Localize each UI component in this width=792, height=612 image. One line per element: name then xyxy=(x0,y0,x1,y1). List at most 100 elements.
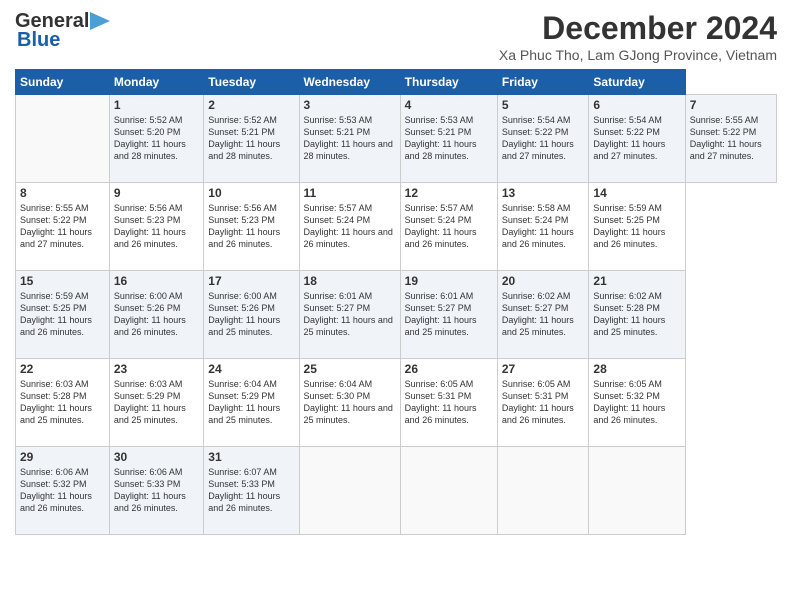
calendar-week-row: 8 Sunrise: 5:55 AMSunset: 5:22 PMDaylight… xyxy=(16,183,777,271)
calendar-day-header: Friday xyxy=(497,70,589,95)
calendar-cell: 22 Sunrise: 6:03 AMSunset: 5:28 PMDayligh… xyxy=(16,359,110,447)
calendar-cell: 7 Sunrise: 5:55 AMSunset: 5:22 PMDaylight… xyxy=(685,95,776,183)
calendar-cell: 3 Sunrise: 5:53 AMSunset: 5:21 PMDaylight… xyxy=(299,95,400,183)
day-info: Sunrise: 6:02 AMSunset: 5:27 PMDaylight:… xyxy=(502,290,585,339)
calendar-cell: 17Sunrise: 6:00 AMSunset: 5:26 PMDayligh… xyxy=(204,271,299,359)
day-info: Sunrise: 6:01 AMSunset: 5:27 PMDaylight:… xyxy=(304,290,396,339)
day-info: Sunrise: 5:54 AMSunset: 5:22 PMDaylight:… xyxy=(593,114,680,163)
main-title: December 2024 xyxy=(499,10,777,47)
day-number: 14 xyxy=(593,186,680,200)
day-info: Sunrise: 6:05 AMSunset: 5:32 PMDaylight:… xyxy=(593,378,680,427)
calendar-week-row: 1Sunrise: 5:52 AMSunset: 5:20 PMDaylight… xyxy=(16,95,777,183)
page: General Blue December 2024 Xa Phuc Tho, … xyxy=(0,0,792,612)
calendar-cell: 11 Sunrise: 5:57 AMSunset: 5:24 PMDayligh… xyxy=(299,183,400,271)
day-number: 31 xyxy=(208,450,294,464)
day-number: 6 xyxy=(593,98,680,112)
day-number: 25 xyxy=(304,362,396,376)
day-number: 20 xyxy=(502,274,585,288)
day-info: Sunrise: 5:57 AMSunset: 5:24 PMDaylight:… xyxy=(304,202,396,251)
day-number: 22 xyxy=(20,362,105,376)
day-info: Sunrise: 6:06 AMSunset: 5:32 PMDaylight:… xyxy=(20,466,105,515)
calendar-cell xyxy=(497,447,589,535)
day-number: 8 xyxy=(20,186,105,200)
calendar-cell: 30 Sunrise: 6:06 AMSunset: 5:33 PMDayligh… xyxy=(109,447,203,535)
day-info: Sunrise: 5:52 AMSunset: 5:21 PMDaylight:… xyxy=(208,114,294,163)
calendar-day-header: Saturday xyxy=(589,70,685,95)
calendar-cell: 2 Sunrise: 5:52 AMSunset: 5:21 PMDaylight… xyxy=(204,95,299,183)
day-number: 27 xyxy=(502,362,585,376)
day-number: 24 xyxy=(208,362,294,376)
calendar-cell: 8 Sunrise: 5:55 AMSunset: 5:22 PMDaylight… xyxy=(16,183,110,271)
calendar-cell xyxy=(16,95,110,183)
day-number: 11 xyxy=(304,186,396,200)
day-info: Sunrise: 6:03 AMSunset: 5:28 PMDaylight:… xyxy=(20,378,105,427)
calendar-cell: 6 Sunrise: 5:54 AMSunset: 5:22 PMDaylight… xyxy=(589,95,685,183)
calendar-day-header: Monday xyxy=(109,70,203,95)
day-number: 16 xyxy=(114,274,199,288)
calendar-cell: 16 Sunrise: 6:00 AMSunset: 5:26 PMDayligh… xyxy=(109,271,203,359)
day-info: Sunrise: 5:57 AMSunset: 5:24 PMDaylight:… xyxy=(405,202,493,251)
day-info: Sunrise: 5:53 AMSunset: 5:21 PMDaylight:… xyxy=(304,114,396,163)
calendar-cell: 14Sunrise: 5:59 AMSunset: 5:25 PMDayligh… xyxy=(589,183,685,271)
day-info: Sunrise: 5:56 AMSunset: 5:23 PMDaylight:… xyxy=(114,202,199,251)
calendar-cell: 5 Sunrise: 5:54 AMSunset: 5:22 PMDaylight… xyxy=(497,95,589,183)
day-info: Sunrise: 5:56 AMSunset: 5:23 PMDaylight:… xyxy=(208,202,294,251)
calendar-week-row: 22 Sunrise: 6:03 AMSunset: 5:28 PMDayligh… xyxy=(16,359,777,447)
day-info: Sunrise: 6:01 AMSunset: 5:27 PMDaylight:… xyxy=(405,290,493,339)
calendar-cell: 9 Sunrise: 5:56 AMSunset: 5:23 PMDaylight… xyxy=(109,183,203,271)
day-number: 15 xyxy=(20,274,105,288)
calendar-day-header: Thursday xyxy=(400,70,497,95)
day-info: Sunrise: 6:03 AMSunset: 5:29 PMDaylight:… xyxy=(114,378,199,427)
calendar-cell: 27 Sunrise: 6:05 AMSunset: 5:31 PMDayligh… xyxy=(497,359,589,447)
day-info: Sunrise: 5:55 AMSunset: 5:22 PMDaylight:… xyxy=(690,114,772,163)
day-info: Sunrise: 5:54 AMSunset: 5:22 PMDaylight:… xyxy=(502,114,585,163)
calendar-cell: 10 Sunrise: 5:56 AMSunset: 5:23 PMDayligh… xyxy=(204,183,299,271)
day-info: Sunrise: 6:06 AMSunset: 5:33 PMDaylight:… xyxy=(114,466,199,515)
calendar-cell: 15 Sunrise: 5:59 AMSunset: 5:25 PMDayligh… xyxy=(16,271,110,359)
day-number: 12 xyxy=(405,186,493,200)
day-info: Sunrise: 5:58 AMSunset: 5:24 PMDaylight:… xyxy=(502,202,585,251)
calendar-cell: 4 Sunrise: 5:53 AMSunset: 5:21 PMDaylight… xyxy=(400,95,497,183)
calendar-cell: 23Sunrise: 6:03 AMSunset: 5:29 PMDayligh… xyxy=(109,359,203,447)
logo: General Blue xyxy=(15,10,110,52)
day-info: Sunrise: 5:59 AMSunset: 5:25 PMDaylight:… xyxy=(20,290,105,339)
day-number: 18 xyxy=(304,274,396,288)
day-number: 7 xyxy=(690,98,772,112)
day-info: Sunrise: 6:00 AMSunset: 5:26 PMDaylight:… xyxy=(114,290,199,339)
calendar-day-header: Sunday xyxy=(16,70,110,95)
day-number: 26 xyxy=(405,362,493,376)
calendar-week-row: 29Sunrise: 6:06 AMSunset: 5:32 PMDayligh… xyxy=(16,447,777,535)
calendar-cell xyxy=(400,447,497,535)
calendar-cell: 20 Sunrise: 6:02 AMSunset: 5:27 PMDayligh… xyxy=(497,271,589,359)
day-info: Sunrise: 6:05 AMSunset: 5:31 PMDaylight:… xyxy=(502,378,585,427)
day-number: 1 xyxy=(114,98,199,112)
header: General Blue December 2024 Xa Phuc Tho, … xyxy=(15,10,777,63)
day-number: 30 xyxy=(114,450,199,464)
day-number: 3 xyxy=(304,98,396,112)
calendar-cell: 29Sunrise: 6:06 AMSunset: 5:32 PMDayligh… xyxy=(16,447,110,535)
day-info: Sunrise: 6:07 AMSunset: 5:33 PMDaylight:… xyxy=(208,466,294,515)
day-info: Sunrise: 5:53 AMSunset: 5:21 PMDaylight:… xyxy=(405,114,493,163)
calendar-cell: 12 Sunrise: 5:57 AMSunset: 5:24 PMDayligh… xyxy=(400,183,497,271)
calendar-day-header: Tuesday xyxy=(204,70,299,95)
calendar-cell: 25 Sunrise: 6:04 AMSunset: 5:30 PMDayligh… xyxy=(299,359,400,447)
day-number: 4 xyxy=(405,98,493,112)
day-number: 10 xyxy=(208,186,294,200)
calendar-cell: 21 Sunrise: 6:02 AMSunset: 5:28 PMDayligh… xyxy=(589,271,685,359)
day-info: Sunrise: 6:05 AMSunset: 5:31 PMDaylight:… xyxy=(405,378,493,427)
day-info: Sunrise: 6:02 AMSunset: 5:28 PMDaylight:… xyxy=(593,290,680,339)
calendar-cell: 19 Sunrise: 6:01 AMSunset: 5:27 PMDayligh… xyxy=(400,271,497,359)
day-number: 21 xyxy=(593,274,680,288)
day-number: 2 xyxy=(208,98,294,112)
day-number: 17 xyxy=(208,274,294,288)
calendar-day-header: Wednesday xyxy=(299,70,400,95)
day-number: 19 xyxy=(405,274,493,288)
calendar-week-row: 15 Sunrise: 5:59 AMSunset: 5:25 PMDayligh… xyxy=(16,271,777,359)
calendar-cell: 13 Sunrise: 5:58 AMSunset: 5:24 PMDayligh… xyxy=(497,183,589,271)
day-info: Sunrise: 6:04 AMSunset: 5:30 PMDaylight:… xyxy=(304,378,396,427)
day-number: 9 xyxy=(114,186,199,200)
day-info: Sunrise: 5:55 AMSunset: 5:22 PMDaylight:… xyxy=(20,202,105,251)
day-number: 13 xyxy=(502,186,585,200)
subtitle: Xa Phuc Tho, Lam GJong Province, Vietnam xyxy=(499,47,777,63)
day-number: 5 xyxy=(502,98,585,112)
